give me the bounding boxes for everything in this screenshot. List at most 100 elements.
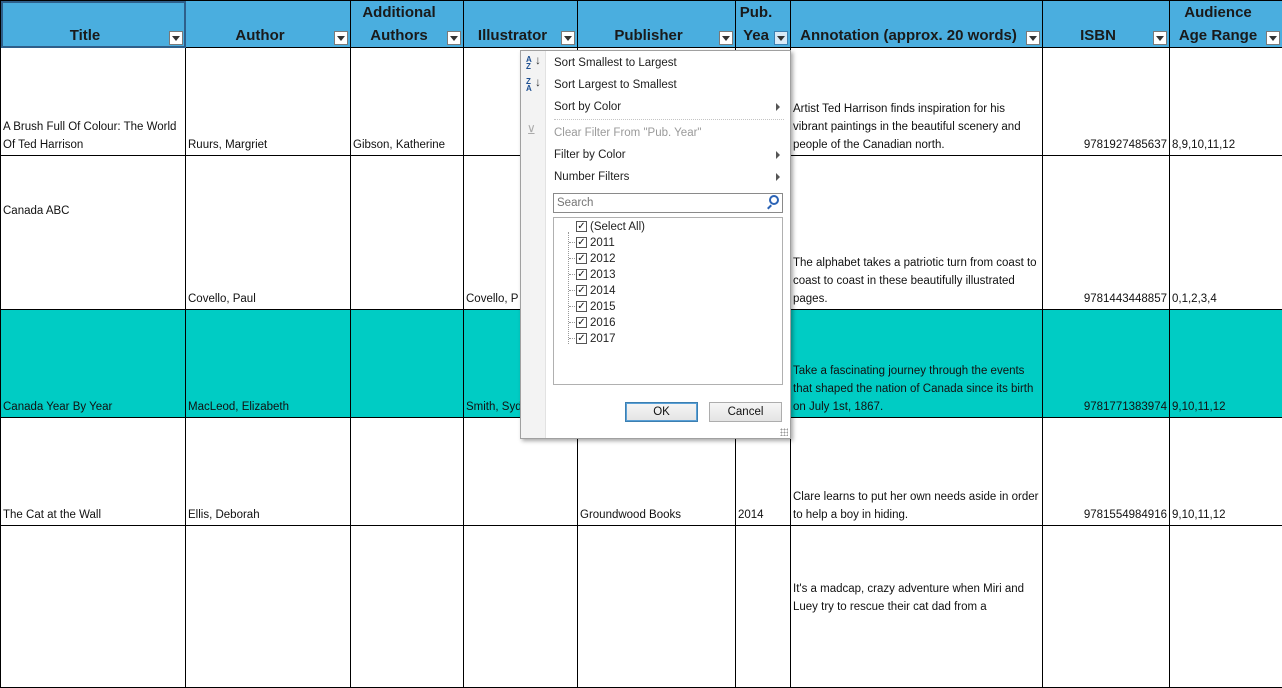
cell-author[interactable]: Ruurs, Margriet bbox=[186, 48, 351, 156]
checkbox-label: 2015 bbox=[590, 299, 616, 315]
search-icon[interactable] bbox=[769, 195, 779, 205]
checkbox-label: (Select All) bbox=[590, 219, 645, 235]
checkbox-icon: ✓ bbox=[576, 333, 587, 344]
cell-annotation[interactable]: It's a madcap, crazy adventure when Miri… bbox=[791, 526, 1043, 688]
clear-filter-item: Clear Filter From "Pub. Year" bbox=[554, 124, 702, 142]
menu-icon-gutter bbox=[521, 51, 546, 438]
filter-dropdown-icon[interactable] bbox=[447, 31, 461, 45]
cell-illustrator[interactable] bbox=[464, 526, 578, 688]
cell-age-range[interactable]: 0,1,2,3,4 bbox=[1170, 156, 1282, 310]
filter-dropdown-icon[interactable] bbox=[1026, 31, 1040, 45]
cell-annotation[interactable]: Clare learns to put her own needs aside … bbox=[791, 418, 1043, 526]
sort-by-color-item[interactable]: Sort by Color bbox=[554, 98, 782, 116]
header-title[interactable]: Title bbox=[1, 1, 186, 48]
cell-title[interactable]: A Brush Full Of Colour: The World Of Ted… bbox=[1, 48, 186, 156]
header-annotation[interactable]: Annotation (approx. 20 words) bbox=[791, 1, 1043, 48]
filter-search-box[interactable] bbox=[553, 193, 783, 213]
cell-age-range[interactable]: 9,10,11,12 bbox=[1170, 418, 1282, 526]
cell-annotation[interactable]: The alphabet takes a patriotic turn from… bbox=[791, 156, 1043, 310]
tree-line bbox=[569, 338, 575, 339]
cell-title[interactable]: The Cat at the Wall bbox=[1, 418, 186, 526]
cell-isbn[interactable] bbox=[1043, 526, 1170, 688]
filter-dropdown-icon[interactable] bbox=[169, 31, 183, 45]
cell-publisher[interactable] bbox=[578, 526, 736, 688]
cell-author[interactable] bbox=[186, 526, 351, 688]
cell-additional-authors[interactable] bbox=[351, 418, 464, 526]
header-publisher[interactable]: Publisher bbox=[578, 1, 736, 48]
cell-isbn[interactable]: 9781771383974 bbox=[1043, 310, 1170, 418]
tree-line bbox=[568, 232, 569, 344]
number-filters-label: Number Filters bbox=[554, 171, 629, 183]
cell-age-range[interactable] bbox=[1170, 526, 1282, 688]
header-additional-authors[interactable]: Additional Authors bbox=[351, 1, 464, 48]
cancel-button[interactable]: Cancel bbox=[709, 402, 782, 422]
table-row: It's a madcap, crazy adventure when Miri… bbox=[1, 526, 1282, 688]
header-audience-age[interactable]: Audience Age Range bbox=[1170, 1, 1282, 48]
submenu-arrow-icon bbox=[776, 151, 780, 159]
filter-by-color-label: Filter by Color bbox=[554, 149, 626, 161]
tree-line bbox=[569, 322, 575, 323]
checkbox-icon: ✓ bbox=[576, 237, 587, 248]
resize-grip-icon[interactable] bbox=[780, 428, 788, 436]
cell-age-range[interactable]: 8,9,10,11,12 bbox=[1170, 48, 1282, 156]
tree-line bbox=[569, 258, 575, 259]
cell-title[interactable]: Canada Year By Year bbox=[1, 310, 186, 418]
cell-additional-authors[interactable] bbox=[351, 526, 464, 688]
sort-descending-icon: ZA↓ bbox=[526, 78, 542, 92]
number-filters-item[interactable]: Number Filters bbox=[554, 168, 782, 186]
filter-dropdown-menu: AZ↓ Sort Smallest to Largest ZA↓ Sort La… bbox=[520, 50, 791, 439]
cell-additional-authors[interactable] bbox=[351, 156, 464, 310]
checkbox-icon: ✓ bbox=[576, 269, 587, 280]
cell-additional-authors[interactable] bbox=[351, 310, 464, 418]
checkbox-icon: ✓ bbox=[576, 253, 587, 264]
checkbox-icon: ✓ bbox=[576, 221, 587, 232]
checkbox-icon: ✓ bbox=[576, 317, 587, 328]
submenu-arrow-icon bbox=[776, 103, 780, 111]
cell-additional-authors[interactable]: Gibson, Katherine bbox=[351, 48, 464, 156]
cell-age-range[interactable]: 9,10,11,12 bbox=[1170, 310, 1282, 418]
cell-isbn[interactable]: 9781554984916 bbox=[1043, 418, 1170, 526]
filter-dropdown-icon[interactable] bbox=[1153, 31, 1167, 45]
cell-title[interactable]: Canada ABC bbox=[1, 156, 186, 310]
sort-ascending-item[interactable]: Sort Smallest to Largest bbox=[554, 54, 677, 72]
submenu-arrow-icon bbox=[776, 173, 780, 181]
checkbox-label: 2014 bbox=[590, 283, 616, 299]
cell-author[interactable]: Ellis, Deborah bbox=[186, 418, 351, 526]
cell-pub-year[interactable] bbox=[736, 526, 791, 688]
tree-line bbox=[569, 242, 575, 243]
filter-dropdown-icon[interactable] bbox=[719, 31, 733, 45]
filter-dropdown-icon[interactable] bbox=[1266, 31, 1280, 45]
tree-line bbox=[569, 290, 575, 291]
cell-author[interactable]: MacLeod, Elizabeth bbox=[186, 310, 351, 418]
filter-dropdown-icon[interactable] bbox=[561, 31, 575, 45]
filter-dropdown-icon[interactable] bbox=[334, 31, 348, 45]
sort-descending-item[interactable]: Sort Largest to Smallest bbox=[554, 76, 677, 94]
header-row: Title Author Additional Authors Illustra… bbox=[1, 1, 1282, 48]
checkbox-label: 2017 bbox=[590, 331, 616, 347]
header-pub-year[interactable]: Pub. Yea bbox=[736, 1, 791, 48]
header-author[interactable]: Author bbox=[186, 1, 351, 48]
clear-filter-icon: ⊻ bbox=[527, 124, 539, 136]
checkbox-label: 2016 bbox=[590, 315, 616, 331]
filter-value-list: ✓(Select All) ✓2011 ✓2012 ✓2013 ✓2014 ✓2… bbox=[553, 217, 783, 385]
tree-line bbox=[569, 274, 575, 275]
menu-separator bbox=[554, 119, 784, 120]
cell-annotation[interactable]: Take a fascinating journey through the e… bbox=[791, 310, 1043, 418]
cell-isbn[interactable]: 9781443448857 bbox=[1043, 156, 1170, 310]
filter-dropdown-icon[interactable] bbox=[774, 31, 788, 45]
header-isbn[interactable]: ISBN bbox=[1043, 1, 1170, 48]
checkbox-icon: ✓ bbox=[576, 301, 587, 312]
ok-button[interactable]: OK bbox=[625, 402, 698, 422]
cell-annotation[interactable]: Artist Ted Harrison finds inspiration fo… bbox=[791, 48, 1043, 156]
checkbox-label: 2011 bbox=[590, 235, 615, 251]
cell-author[interactable]: Covello, Paul bbox=[186, 156, 351, 310]
header-illustrator[interactable]: Illustrator bbox=[464, 1, 578, 48]
checkbox-icon: ✓ bbox=[576, 285, 587, 296]
filter-search-input[interactable] bbox=[554, 194, 760, 212]
filter-by-color-item[interactable]: Filter by Color bbox=[554, 146, 782, 164]
sort-by-color-label: Sort by Color bbox=[554, 101, 621, 113]
cell-isbn[interactable]: 9781927485637 bbox=[1043, 48, 1170, 156]
checkbox-label: 2012 bbox=[590, 251, 616, 267]
cell-title[interactable] bbox=[1, 526, 186, 688]
cell-title-text: Canada ABC bbox=[3, 205, 70, 217]
